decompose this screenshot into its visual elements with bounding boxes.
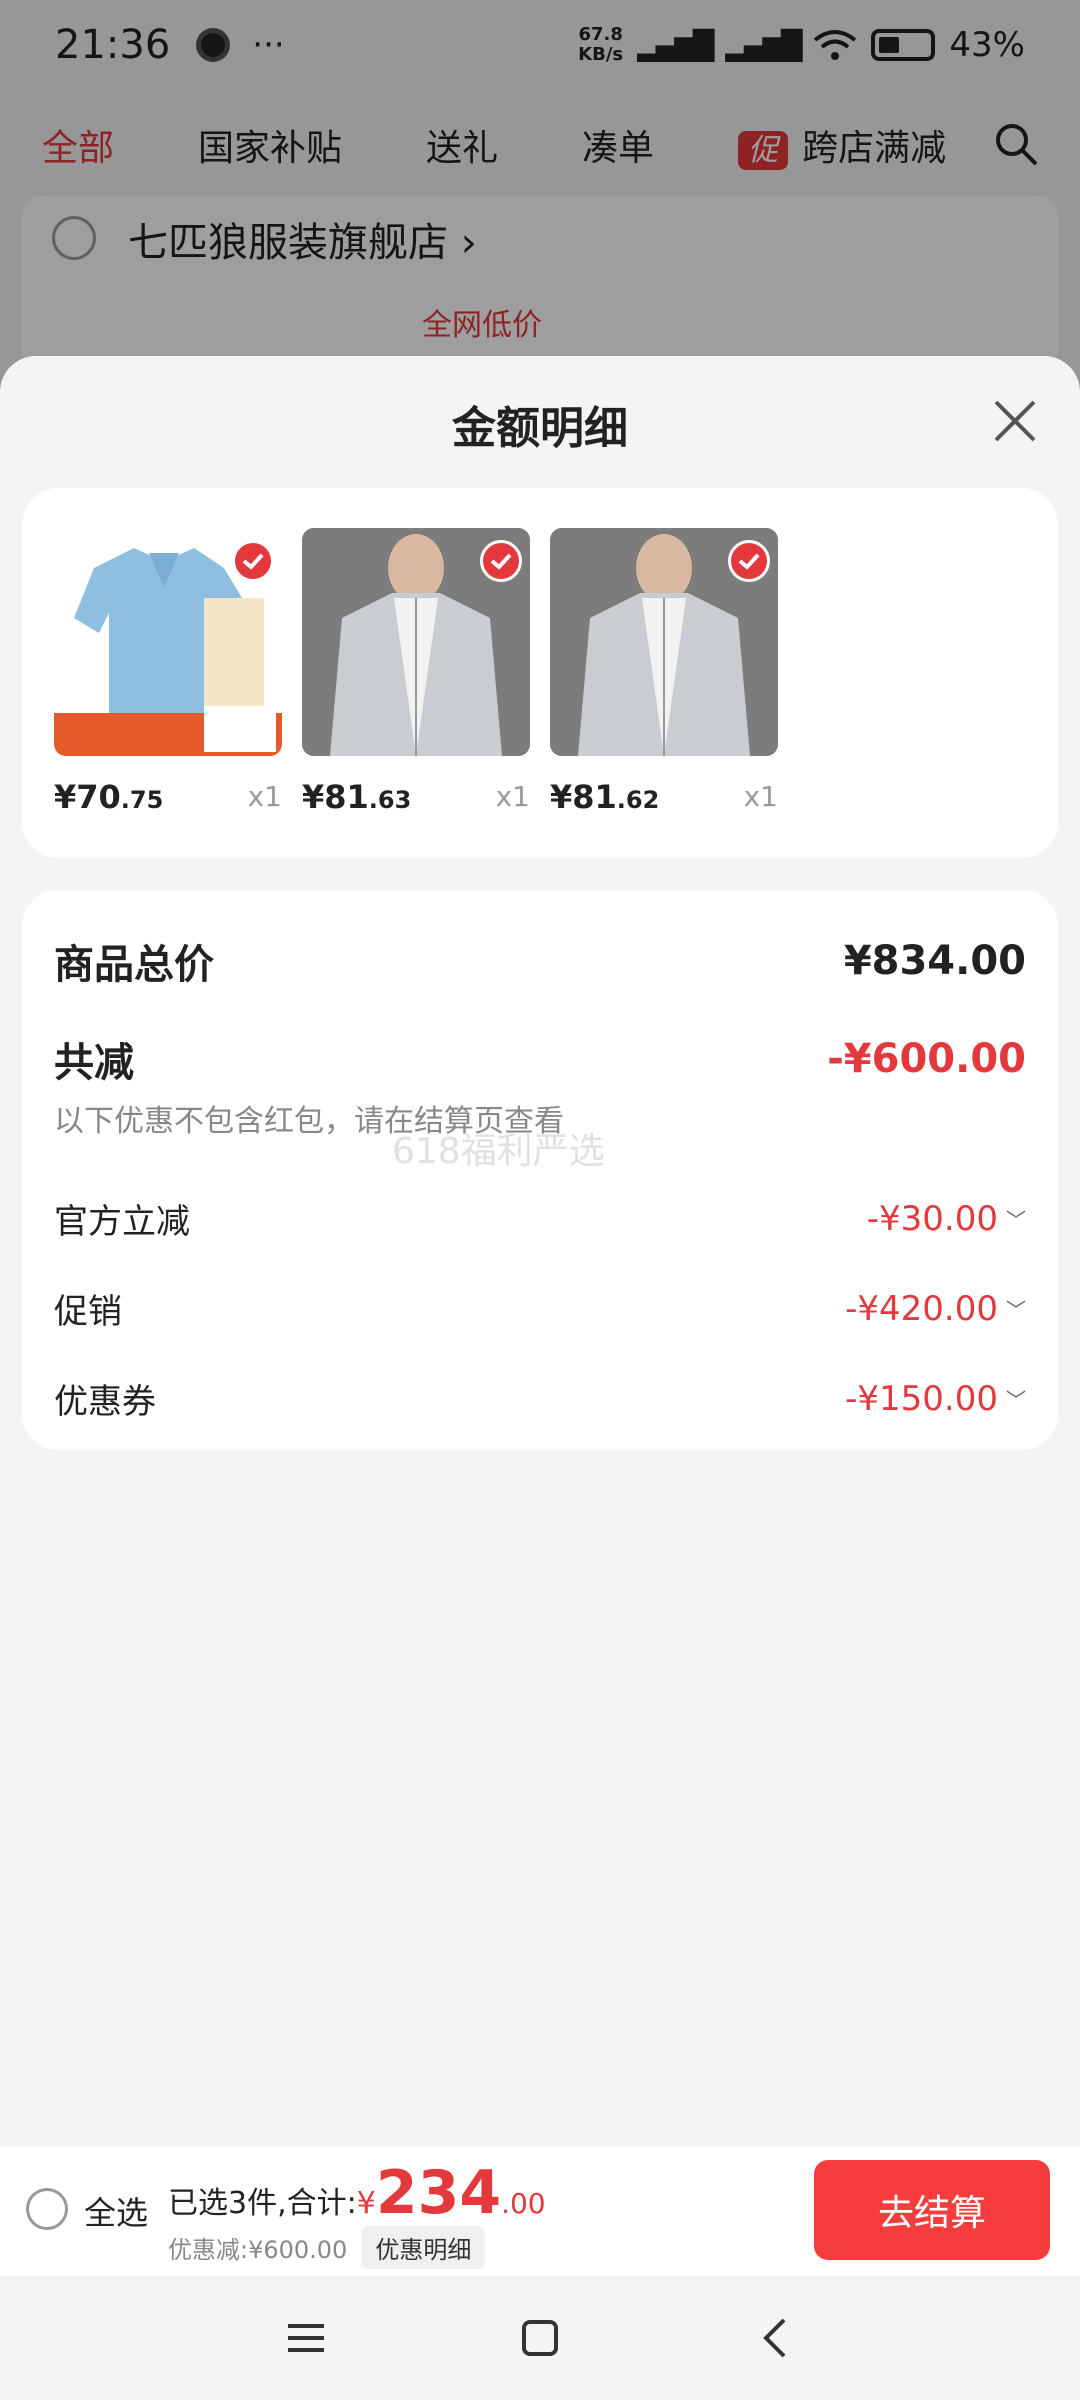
home-icon[interactable] <box>516 2314 564 2362</box>
total-amount: 234 <box>375 2158 502 2228</box>
select-all-radio[interactable] <box>26 2188 68 2230</box>
checked-icon[interactable] <box>480 540 522 582</box>
polo-shirt-image <box>54 528 282 756</box>
item-quantity: x1 <box>247 780 282 813</box>
select-all-label[interactable]: 全选 <box>84 2188 148 2234</box>
total-reduction-label: 共减 <box>54 1040 134 1086</box>
checked-icon[interactable] <box>232 540 274 582</box>
watermark-text: 618福利严选 <box>392 1131 605 1172</box>
discount-summary: 优惠减:¥600.00 优惠明细 <box>168 2226 486 2269</box>
promotion-label: 促销 <box>54 1292 122 1332</box>
jacket-image <box>302 528 530 756</box>
item-card[interactable]: ¥81.62 x1 <box>550 528 778 816</box>
price-summary-card: 商品总价 ¥834.00 共减 -¥600.00 以下优惠不包含红包，请在结算页… <box>22 890 1058 1450</box>
chevron-down-icon: ﹀ <box>1006 1388 1026 1412</box>
total-price-value: ¥834.00 <box>843 938 1026 984</box>
item-price: ¥81.62 <box>550 778 660 816</box>
item-quantity: x1 <box>743 780 778 813</box>
checked-icon[interactable] <box>728 540 770 582</box>
total-reduction-row: 共减 -¥600.00 <box>54 1030 1026 1088</box>
total-summary: 已选3件,合计:¥234.00 <box>168 2158 546 2228</box>
coupon-row[interactable]: 优惠券 -¥150.00 ﹀ <box>54 1374 1026 1423</box>
discount-detail-button[interactable]: 优惠明细 <box>361 2226 486 2269</box>
official-discount-value: -¥30.00 <box>866 1198 998 1239</box>
item-card[interactable]: ¥70.75 x1 <box>54 528 282 816</box>
official-discount-label: 官方立减 <box>54 1202 190 1242</box>
official-discount-row[interactable]: 官方立减 -¥30.00 ﹀ <box>54 1194 1026 1243</box>
chevron-down-icon: ﹀ <box>1006 1298 1026 1322</box>
total-price-row: 商品总价 ¥834.00 <box>54 932 1026 990</box>
item-card[interactable]: ¥81.63 x1 <box>302 528 530 816</box>
amount-detail-sheet: 金额明细 ¥70.75 x1 ¥81.63 x1 ¥81.62 x1 商品总价 … <box>0 356 1080 2146</box>
checkout-button[interactable]: 去结算 <box>814 2160 1050 2260</box>
selected-items-card: ¥70.75 x1 ¥81.63 x1 ¥81.62 x1 <box>22 488 1058 858</box>
jacket-image <box>550 528 778 756</box>
item-quantity: x1 <box>495 780 530 813</box>
promotion-row[interactable]: 促销 -¥420.00 ﹀ <box>54 1284 1026 1333</box>
coupon-label: 优惠券 <box>54 1382 156 1422</box>
coupon-value: -¥150.00 <box>845 1378 998 1419</box>
total-reduction-value: -¥600.00 <box>827 1036 1026 1082</box>
sheet-title: 金额明细 <box>452 403 628 454</box>
menu-icon[interactable] <box>282 2314 330 2362</box>
system-nav-bar <box>0 2276 1080 2400</box>
chevron-down-icon: ﹀ <box>1006 1208 1026 1232</box>
close-icon[interactable] <box>990 396 1040 446</box>
checkout-bar: 全选 已选3件,合计:¥234.00 优惠减:¥600.00 优惠明细 去结算 <box>0 2146 1080 2276</box>
promotion-value: -¥420.00 <box>845 1288 998 1329</box>
item-price: ¥81.63 <box>302 778 412 816</box>
back-icon[interactable] <box>752 2314 800 2362</box>
total-price-label: 商品总价 <box>54 942 214 988</box>
item-price: ¥70.75 <box>54 778 164 816</box>
